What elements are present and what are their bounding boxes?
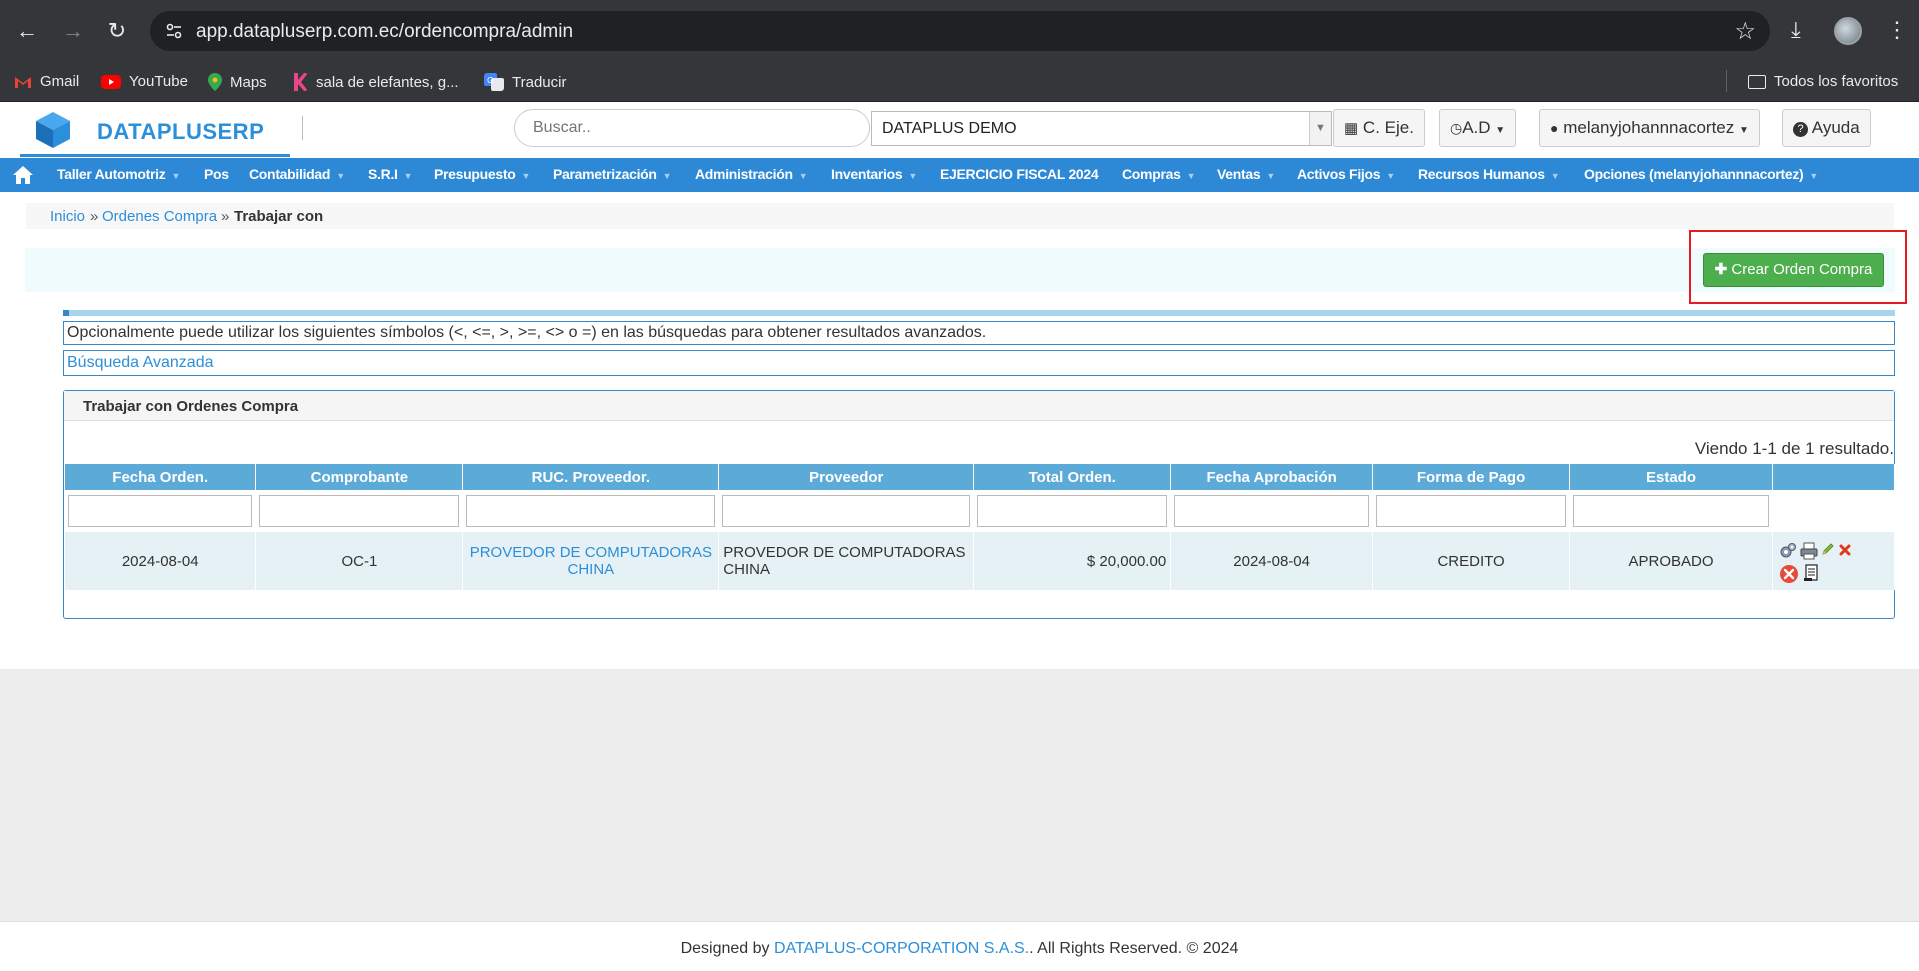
breadcrumb-current: Trabajar con [234,208,324,225]
edit-pencil-icon[interactable] [1821,542,1835,556]
col-comprobante[interactable]: Comprobante [255,464,464,490]
print-icon[interactable] [1800,542,1818,560]
menu-compras[interactable]: Compras ▼ [1122,166,1195,182]
plus-icon: ✚ [1714,261,1728,278]
orders-table: Fecha Orden. Comprobante RUC. Proveedor.… [65,464,1896,590]
clock-icon: ◷ [1450,120,1463,136]
document-icon[interactable] [1803,564,1819,582]
orders-panel: Trabajar con Ordenes Compra Viendo 1-1 d… [63,390,1896,619]
col-actions [1772,464,1896,490]
col-proveedor[interactable]: Proveedor [718,464,975,490]
action-bar [25,248,1895,292]
breadcrumb: Inicio » Ordenes Compra » Trabajar con [26,203,1894,229]
user-menu-button[interactable]: ● melanyjohannnacortez ▼ [1539,109,1760,147]
menu-administracion[interactable]: Administración ▼ [695,166,808,182]
create-order-button[interactable]: ✚ Crear Orden Compra [1703,253,1884,287]
breadcrumb-home[interactable]: Inicio [50,208,85,225]
delete-x-icon[interactable] [1839,544,1851,556]
results-summary: Viendo 1-1 de 1 resultado. [1694,439,1894,458]
search-input[interactable] [514,109,870,147]
logo-text[interactable]: DATAPLUSERP [97,119,264,145]
filter-fecha-aprobacion[interactable] [1174,495,1370,527]
menu-activos-fijos[interactable]: Activos Fijos ▼ [1297,166,1395,182]
maps-pin-icon [208,73,222,91]
app-header: DATAPLUSERP DATAPLUS DEMO ▼ ▦ C. Eje. ◷A… [0,102,1919,158]
user-icon: ● [1550,120,1559,136]
ruc-link[interactable]: PROVEDOR DE COMPUTADORAS CHINA [462,532,720,590]
filter-comprobante[interactable] [259,495,460,527]
logo-cube-icon [36,112,70,148]
menu-sri[interactable]: S.R.I ▼ [368,166,413,182]
panel-title: Trabajar con Ordenes Compra [83,398,299,415]
filter-forma-pago[interactable] [1376,495,1567,527]
menu-presupuesto[interactable]: Presupuesto ▼ [434,166,530,182]
caret-down-icon: ▼ [1495,125,1506,136]
help-button[interactable]: ? Ayuda [1782,109,1871,147]
menu-pos[interactable]: Pos [204,166,229,182]
bookmarks-bar: Gmail YouTube Maps sala de elefantes, g.… [0,62,1919,102]
menu-parametrizacion[interactable]: Parametrización ▼ [553,166,672,182]
url-text: app.datapluserp.com.ec/ordencompra/admin [196,21,574,42]
settings-gears-icon[interactable] [1779,542,1797,560]
cancel-circle-icon[interactable] [1779,564,1799,584]
search-hint: Opcionalmente puede utilizar los siguien… [63,321,1895,345]
filter-fecha-orden[interactable] [68,495,253,527]
menu-contabilidad[interactable]: Contabilidad ▼ [249,166,345,182]
company-select[interactable]: DATAPLUS DEMO ▼ [871,111,1332,146]
filter-ruc[interactable] [466,495,716,527]
calendar-icon: ▦ [1344,120,1359,137]
col-ruc[interactable]: RUC. Proveedor. [462,464,720,490]
folder-icon [1748,74,1766,89]
gmail-icon [15,76,31,88]
menu-inventarios[interactable]: Inventarios ▼ [831,166,917,182]
profile-avatar[interactable] [1834,17,1862,45]
menu-taller[interactable]: Taller Automotriz ▼ [57,166,180,182]
menu-recursos-humanos[interactable]: Recursos Humanos ▼ [1418,166,1560,182]
footer-company-link[interactable]: DATAPLUS-CORPORATION S.A.S. [774,940,1029,957]
menu-ventas[interactable]: Ventas ▼ [1217,166,1275,182]
question-icon: ? [1793,122,1808,137]
translate-icon: G [484,73,504,91]
forward-icon[interactable]: → [57,15,89,47]
filter-estado[interactable] [1573,495,1769,527]
menu-opciones[interactable]: Opciones (melanyjohannnacortez) ▼ [1584,166,1818,182]
main-menu: Taller Automotriz ▼ Pos Contabilidad ▼ S.R… [0,158,1919,192]
bookmark-gmail[interactable]: Gmail [14,73,79,90]
col-fecha-aprobacion[interactable]: Fecha Aprobación [1170,464,1374,490]
breadcrumb-ordenes[interactable]: Ordenes Compra [102,208,217,225]
back-icon[interactable]: ← [11,15,43,47]
col-estado[interactable]: Estado [1569,464,1773,490]
bookmark-traducir[interactable]: G Traducir [484,73,566,91]
exercise-button[interactable]: ▦ C. Eje. [1333,109,1425,147]
filter-proveedor[interactable] [722,495,971,527]
col-forma-pago[interactable]: Forma de Pago [1372,464,1571,490]
address-bar[interactable]: app.datapluserp.com.ec/ordencompra/admin… [150,11,1770,51]
bookmark-maps[interactable]: Maps [208,73,267,91]
footer: Designed by DATAPLUS-CORPORATION S.A.S..… [0,921,1919,971]
svg-text:G: G [487,76,493,85]
home-icon[interactable] [12,165,34,185]
browser-toolbar: ← → ↻ app.datapluserp.com.ec/ordencompra… [0,0,1919,62]
table-row: 2024-08-04 OC-1 PROVEDOR DE COMPUTADORAS… [65,532,1896,590]
site-settings-icon[interactable] [164,21,184,41]
col-total[interactable]: Total Orden. [973,464,1172,490]
ad-button[interactable]: ◷A.D ▼ [1439,109,1517,147]
chevron-down-icon: ▼ [1309,112,1331,145]
advanced-search-link[interactable]: Búsqueda Avanzada [63,350,1895,376]
menu-kebab-icon[interactable]: ⋮ [1886,17,1908,43]
menu-ejercicio-fiscal[interactable]: EJERCICIO FISCAL 2024 [940,166,1099,182]
all-bookmarks[interactable]: Todos los favoritos [1748,73,1898,90]
content-area: Inicio » Ordenes Compra » Trabajar con ✚… [0,192,1919,669]
youtube-icon [101,74,121,89]
caret-down-icon: ▼ [1739,125,1749,136]
download-icon[interactable]: ⤓ [1791,17,1801,43]
filter-total[interactable] [977,495,1168,527]
col-fecha-orden[interactable]: Fecha Orden. [65,464,257,490]
bookmark-star-icon[interactable]: ☆ [1734,17,1756,46]
bookmark-youtube[interactable]: YouTube [101,73,188,90]
reload-icon[interactable]: ↻ [101,15,133,47]
k-logo-icon [294,73,308,91]
bookmark-sala-elefantes[interactable]: sala de elefantes, g... [292,73,459,91]
